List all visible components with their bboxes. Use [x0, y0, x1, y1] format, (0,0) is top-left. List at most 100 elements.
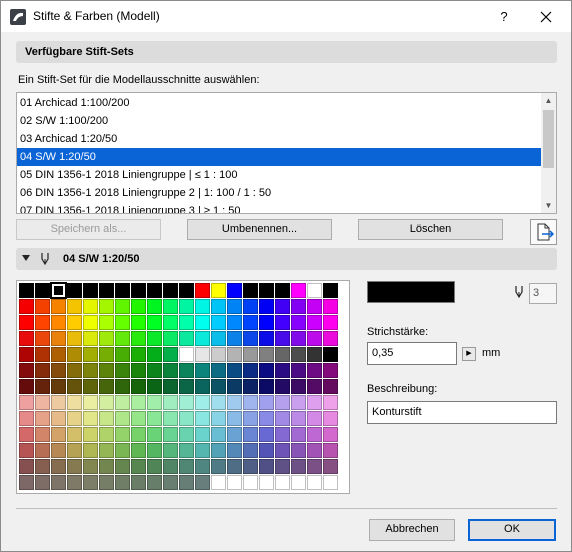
pen-set-item[interactable]: 02 S/W 1:100/200	[17, 112, 541, 130]
pen-cell[interactable]	[211, 443, 226, 458]
pen-cell[interactable]	[99, 363, 114, 378]
pen-cell[interactable]	[115, 395, 130, 410]
pen-cell[interactable]	[35, 283, 50, 298]
pen-cell[interactable]	[307, 459, 322, 474]
pen-cell[interactable]	[99, 411, 114, 426]
pen-cell[interactable]	[99, 379, 114, 394]
pen-cell[interactable]	[163, 283, 178, 298]
pen-cell[interactable]	[131, 363, 146, 378]
pen-cell[interactable]	[291, 347, 306, 362]
pen-cell[interactable]	[291, 299, 306, 314]
pen-cell[interactable]	[307, 283, 322, 298]
pen-cell[interactable]	[35, 363, 50, 378]
pen-cell[interactable]	[307, 475, 322, 490]
pen-cell[interactable]	[259, 459, 274, 474]
pen-cell[interactable]	[323, 395, 338, 410]
pen-cell[interactable]	[211, 411, 226, 426]
pen-cell[interactable]	[35, 427, 50, 442]
pen-cell[interactable]	[67, 299, 82, 314]
pen-cell[interactable]	[195, 475, 210, 490]
pen-cell[interactable]	[83, 315, 98, 330]
pen-cell[interactable]	[323, 283, 338, 298]
pen-cell[interactable]	[67, 459, 82, 474]
pen-cell[interactable]	[147, 395, 162, 410]
pen-cell[interactable]	[83, 347, 98, 362]
scroll-down-icon[interactable]: ▼	[541, 198, 556, 213]
pen-cell[interactable]	[243, 283, 258, 298]
pen-cell[interactable]	[99, 395, 114, 410]
pen-cell[interactable]	[115, 379, 130, 394]
pen-cell[interactable]	[19, 379, 34, 394]
pen-cell[interactable]	[275, 411, 290, 426]
pen-cell[interactable]	[227, 443, 242, 458]
pen-cell[interactable]	[179, 299, 194, 314]
pen-cell[interactable]	[307, 299, 322, 314]
pen-cell[interactable]	[163, 299, 178, 314]
pen-cell[interactable]	[211, 459, 226, 474]
pen-cell[interactable]	[323, 411, 338, 426]
pen-cell[interactable]	[147, 299, 162, 314]
pen-cell[interactable]	[19, 315, 34, 330]
pen-set-item-selected[interactable]: 04 S/W 1:20/50	[17, 148, 541, 166]
delete-button[interactable]: Löschen	[358, 219, 503, 240]
pen-cell[interactable]	[115, 427, 130, 442]
pen-cell[interactable]	[99, 315, 114, 330]
cancel-button[interactable]: Abbrechen	[369, 519, 455, 541]
pen-cell[interactable]	[323, 459, 338, 474]
pen-cell[interactable]	[259, 283, 274, 298]
pen-cell[interactable]	[35, 411, 50, 426]
pen-cell[interactable]	[83, 363, 98, 378]
pen-cell[interactable]	[147, 363, 162, 378]
description-input[interactable]: Konturstift	[367, 401, 557, 424]
pen-cell[interactable]	[227, 475, 242, 490]
pen-cell[interactable]	[147, 283, 162, 298]
pen-cell[interactable]	[195, 315, 210, 330]
pen-cell[interactable]	[163, 475, 178, 490]
pen-cell[interactable]	[291, 363, 306, 378]
pen-cell[interactable]	[35, 395, 50, 410]
pen-cell[interactable]	[179, 395, 194, 410]
pen-cell[interactable]	[67, 315, 82, 330]
pen-cell[interactable]	[179, 363, 194, 378]
pen-cell[interactable]	[19, 443, 34, 458]
pen-cell[interactable]	[131, 379, 146, 394]
pen-cell[interactable]	[227, 427, 242, 442]
pen-cell[interactable]	[179, 283, 194, 298]
pen-cell[interactable]	[179, 315, 194, 330]
pen-cell[interactable]	[243, 443, 258, 458]
pen-cell[interactable]	[259, 379, 274, 394]
pen-cell[interactable]	[147, 459, 162, 474]
pen-cell[interactable]	[83, 475, 98, 490]
pen-cell[interactable]	[99, 331, 114, 346]
pen-cell[interactable]	[115, 363, 130, 378]
pen-cell[interactable]	[35, 331, 50, 346]
list-scrollbar[interactable]: ▲ ▼	[541, 93, 556, 213]
pen-cell[interactable]	[227, 459, 242, 474]
pen-cell[interactable]	[51, 443, 66, 458]
pen-cell[interactable]	[163, 459, 178, 474]
pen-cell[interactable]	[259, 443, 274, 458]
pen-cell[interactable]	[35, 299, 50, 314]
pen-cell[interactable]	[99, 475, 114, 490]
pen-cell[interactable]	[275, 459, 290, 474]
pen-cell[interactable]	[83, 331, 98, 346]
pen-cell[interactable]	[259, 363, 274, 378]
pen-cell[interactable]	[323, 347, 338, 362]
pen-cell[interactable]	[195, 427, 210, 442]
pen-cell[interactable]	[307, 395, 322, 410]
pen-cell[interactable]	[115, 459, 130, 474]
pen-cell[interactable]	[211, 475, 226, 490]
pen-cell[interactable]	[227, 363, 242, 378]
scroll-up-icon[interactable]: ▲	[541, 93, 556, 108]
pen-cell[interactable]	[275, 363, 290, 378]
pen-cell[interactable]	[51, 347, 66, 362]
pen-set-list[interactable]: 01 Archicad 1:100/200 02 S/W 1:100/200 0…	[16, 92, 557, 214]
pen-cell[interactable]	[67, 283, 82, 298]
pen-cell[interactable]	[19, 299, 34, 314]
pen-cell[interactable]	[195, 459, 210, 474]
pen-cell[interactable]	[67, 331, 82, 346]
pen-cell[interactable]	[147, 379, 162, 394]
pen-cell[interactable]	[67, 475, 82, 490]
pen-cell[interactable]	[227, 299, 242, 314]
pen-cell[interactable]	[19, 331, 34, 346]
